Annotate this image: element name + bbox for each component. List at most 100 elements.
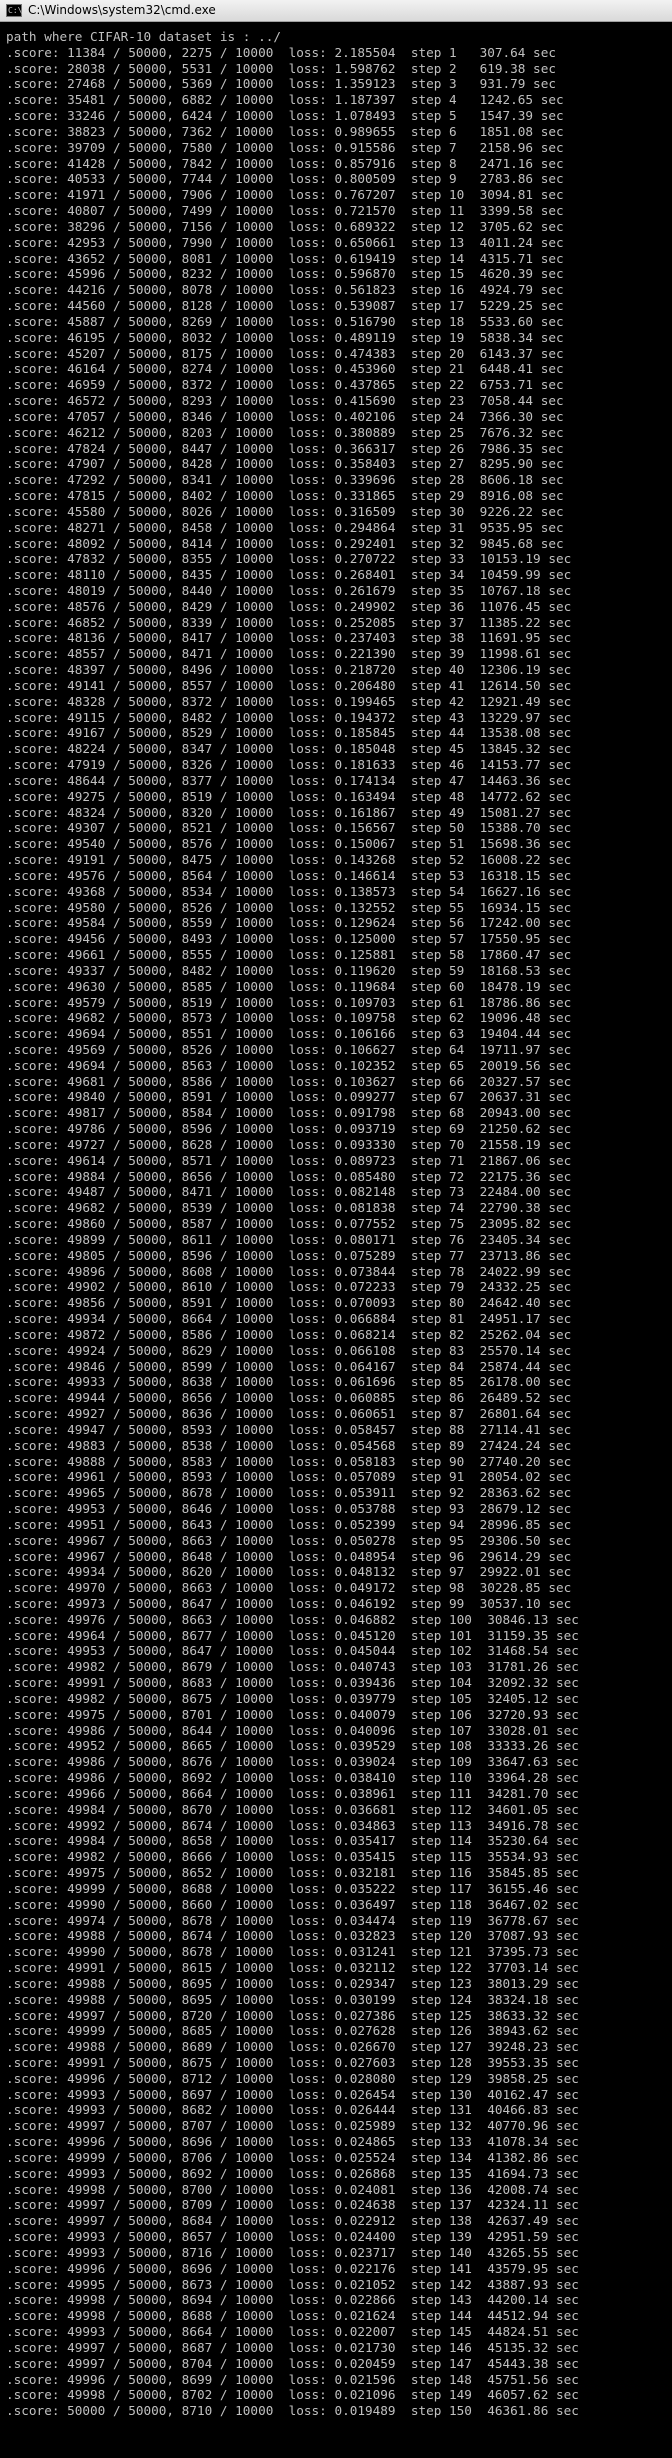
console-score-line: .score: 49694 / 50000, 8563 / 10000 loss…: [6, 1057, 572, 1073]
console-score-line: .score: 49927 / 50000, 8636 / 10000 loss…: [6, 1406, 572, 1422]
console-score-line: .score: 47919 / 50000, 8326 / 10000 loss…: [6, 757, 572, 773]
console-score-line: .score: 48271 / 50000, 8458 / 10000 loss…: [6, 519, 564, 535]
console-score-line: .score: 49884 / 50000, 8656 / 10000 loss…: [6, 1168, 572, 1184]
console-score-line: .score: 49944 / 50000, 8656 / 10000 loss…: [6, 1390, 572, 1406]
console-score-line: .score: 49993 / 50000, 8664 / 10000 loss…: [6, 2324, 579, 2340]
console-score-line: .score: 49984 / 50000, 8670 / 10000 loss…: [6, 1801, 579, 1817]
console-score-line: .score: 49997 / 50000, 8709 / 10000 loss…: [6, 2197, 579, 2213]
console-score-line: .score: 49966 / 50000, 8664 / 10000 loss…: [6, 1785, 579, 1801]
console-score-line: .score: 48644 / 50000, 8377 / 10000 loss…: [6, 772, 572, 788]
console-score-line: .score: 49991 / 50000, 8675 / 10000 loss…: [6, 2055, 579, 2070]
console-score-line: .score: 49982 / 50000, 8675 / 10000 loss…: [6, 1690, 579, 1706]
console-score-line: .score: 49995 / 50000, 8673 / 10000 loss…: [6, 2276, 579, 2292]
console-score-line: .score: 47815 / 50000, 8402 / 10000 loss…: [6, 488, 564, 504]
console-score-line: .score: 49991 / 50000, 8683 / 10000 loss…: [6, 1675, 579, 1691]
console-score-line: .score: 28038 / 50000, 5531 / 10000 loss…: [6, 60, 556, 76]
console-score-line: .score: 49990 / 50000, 8678 / 10000 loss…: [6, 1944, 579, 1960]
console-score-line: .score: 49456 / 50000, 8493 / 10000 loss…: [6, 931, 572, 947]
console-score-line: .score: 49997 / 50000, 8707 / 10000 loss…: [6, 2118, 579, 2134]
console-score-line: .score: 49952 / 50000, 8665 / 10000 loss…: [6, 1738, 579, 1754]
console-score-line: .score: 49368 / 50000, 8534 / 10000 loss…: [6, 883, 572, 899]
console-score-line: .score: 49975 / 50000, 8652 / 10000 loss…: [6, 1865, 579, 1881]
console-score-line: .score: 49967 / 50000, 8648 / 10000 loss…: [6, 1548, 572, 1564]
console-score-line: .score: 42953 / 50000, 7990 / 10000 loss…: [6, 234, 564, 250]
console-score-line: .score: 49115 / 50000, 8482 / 10000 loss…: [6, 709, 572, 725]
title-bar[interactable]: C:\ C:\Windows\system32\cmd.exe: [0, 0, 672, 22]
console-score-line: .score: 49961 / 50000, 8593 / 10000 loss…: [6, 1469, 572, 1485]
console-score-line: .score: 49996 / 50000, 8712 / 10000 loss…: [6, 2070, 579, 2086]
console-score-line: .score: 49856 / 50000, 8591 / 10000 loss…: [6, 1295, 572, 1311]
console-score-line: .score: 49997 / 50000, 8684 / 10000 loss…: [6, 2213, 579, 2229]
console-score-line: .score: 46164 / 50000, 8274 / 10000 loss…: [6, 361, 564, 377]
console-score-line: .score: 48110 / 50000, 8435 / 10000 loss…: [6, 567, 572, 583]
console-score-line: .score: 49872 / 50000, 8586 / 10000 loss…: [6, 1326, 572, 1342]
console-score-line: .score: 49141 / 50000, 8557 / 10000 loss…: [6, 677, 572, 693]
console-score-line: .score: 45996 / 50000, 8232 / 10000 loss…: [6, 266, 564, 282]
console-score-line: .score: 49975 / 50000, 8701 / 10000 loss…: [6, 1706, 579, 1722]
console-score-line: .score: 49307 / 50000, 8521 / 10000 loss…: [6, 820, 572, 836]
console-score-line: .score: 49337 / 50000, 8482 / 10000 loss…: [6, 962, 572, 978]
console-score-line: .score: 49986 / 50000, 8692 / 10000 loss…: [6, 1770, 579, 1786]
console-score-line: .score: 49974 / 50000, 8678 / 10000 loss…: [6, 1912, 579, 1928]
console-score-line: .score: 49993 / 50000, 8716 / 10000 loss…: [6, 2244, 579, 2260]
console-score-line: .score: 40533 / 50000, 7744 / 10000 loss…: [6, 171, 564, 187]
console-score-line: .score: 45580 / 50000, 8026 / 10000 loss…: [6, 503, 564, 519]
console-score-line: .score: 47057 / 50000, 8346 / 10000 loss…: [6, 408, 564, 424]
console-score-line: .score: 49970 / 50000, 8663 / 10000 loss…: [6, 1580, 572, 1596]
console-score-line: .score: 49988 / 50000, 8674 / 10000 loss…: [6, 1928, 579, 1944]
console-score-line: .score: 43652 / 50000, 8081 / 10000 loss…: [6, 250, 564, 266]
console-score-line: .score: 48136 / 50000, 8417 / 10000 loss…: [6, 630, 572, 646]
console-score-line: .score: 49846 / 50000, 8599 / 10000 loss…: [6, 1358, 572, 1374]
console-score-line: .score: 39709 / 50000, 7580 / 10000 loss…: [6, 139, 564, 155]
console-score-line: .score: 49899 / 50000, 8611 / 10000 loss…: [6, 1231, 572, 1247]
console-score-line: .score: 38823 / 50000, 7362 / 10000 loss…: [6, 123, 564, 139]
console-score-line: .score: 50000 / 50000, 8710 / 10000 loss…: [6, 2403, 579, 2419]
console-score-line: .score: 49998 / 50000, 8702 / 10000 loss…: [6, 2387, 579, 2403]
console-score-line: .score: 49191 / 50000, 8475 / 10000 loss…: [6, 852, 572, 868]
console-score-line: .score: 44560 / 50000, 8128 / 10000 loss…: [6, 298, 564, 314]
console-score-line: .score: 49993 / 50000, 8697 / 10000 loss…: [6, 2086, 579, 2102]
console-score-line: .score: 48328 / 50000, 8372 / 10000 loss…: [6, 693, 572, 709]
console-score-line: .score: 49965 / 50000, 8678 / 10000 loss…: [6, 1485, 572, 1501]
console-score-line: .score: 49991 / 50000, 8615 / 10000 loss…: [6, 1960, 579, 1976]
console-score-line: .score: 49990 / 50000, 8660 / 10000 loss…: [6, 1896, 579, 1912]
console-score-line: .score: 49579 / 50000, 8519 / 10000 loss…: [6, 994, 572, 1010]
console-score-line: .score: 46212 / 50000, 8203 / 10000 loss…: [6, 424, 564, 440]
console-score-line: .score: 49933 / 50000, 8638 / 10000 loss…: [6, 1374, 572, 1390]
console-score-line: .score: 49924 / 50000, 8629 / 10000 loss…: [6, 1342, 572, 1358]
console-score-line: .score: 49275 / 50000, 8519 / 10000 loss…: [6, 788, 572, 804]
console-score-line: .score: 49953 / 50000, 8646 / 10000 loss…: [6, 1501, 572, 1517]
console-score-line: .score: 49996 / 50000, 8696 / 10000 loss…: [6, 2134, 579, 2150]
console-score-line: .score: 49934 / 50000, 8620 / 10000 loss…: [6, 1564, 572, 1580]
console-score-line: .score: 49580 / 50000, 8526 / 10000 loss…: [6, 899, 572, 915]
console-score-line: .score: 48092 / 50000, 8414 / 10000 loss…: [6, 535, 564, 551]
console-score-line: .score: 49997 / 50000, 8704 / 10000 loss…: [6, 2355, 579, 2371]
console-score-line: .score: 45887 / 50000, 8269 / 10000 loss…: [6, 313, 564, 329]
console-score-line: .score: 49988 / 50000, 8695 / 10000 loss…: [6, 1991, 579, 2007]
console-score-line: .score: 49681 / 50000, 8586 / 10000 loss…: [6, 1073, 572, 1089]
console-score-line: .score: 49988 / 50000, 8689 / 10000 loss…: [6, 2039, 579, 2055]
console-score-line: .score: 47824 / 50000, 8447 / 10000 loss…: [6, 440, 564, 456]
console-score-line: .score: 41428 / 50000, 7842 / 10000 loss…: [6, 155, 564, 171]
console-output[interactable]: path where CIFAR-10 dataset is : ../.sco…: [6, 29, 606, 2419]
console-score-line: .score: 46195 / 50000, 8032 / 10000 loss…: [6, 329, 564, 345]
console-score-line: .score: 46959 / 50000, 8372 / 10000 loss…: [6, 377, 564, 393]
console-score-line: .score: 49999 / 50000, 8688 / 10000 loss…: [6, 1880, 579, 1896]
console-score-line: .score: 49682 / 50000, 8539 / 10000 loss…: [6, 1200, 572, 1216]
console-score-line: .score: 49805 / 50000, 8596 / 10000 loss…: [6, 1247, 572, 1263]
console-score-line: .score: 49992 / 50000, 8674 / 10000 loss…: [6, 1817, 579, 1833]
console-score-line: .score: 48224 / 50000, 8347 / 10000 loss…: [6, 741, 572, 757]
console-score-line: .score: 49986 / 50000, 8644 / 10000 loss…: [6, 1722, 579, 1738]
console-score-line: .score: 49996 / 50000, 8696 / 10000 loss…: [6, 2260, 579, 2276]
console-score-line: .score: 49993 / 50000, 8692 / 10000 loss…: [6, 2165, 579, 2181]
cmd-icon: C:\: [6, 4, 23, 17]
console-score-line: .score: 49999 / 50000, 8706 / 10000 loss…: [6, 2149, 579, 2165]
console-score-line: .score: 49993 / 50000, 8682 / 10000 loss…: [6, 2102, 579, 2118]
console-score-line: .score: 49951 / 50000, 8643 / 10000 loss…: [6, 1516, 572, 1532]
console-score-line: .score: 49883 / 50000, 8538 / 10000 loss…: [6, 1437, 572, 1453]
console-score-line: .score: 49487 / 50000, 8471 / 10000 loss…: [6, 1184, 572, 1200]
console-score-line: .score: 46852 / 50000, 8339 / 10000 loss…: [6, 614, 572, 630]
console-score-line: .score: 49167 / 50000, 8529 / 10000 loss…: [6, 725, 572, 741]
console-score-line: .score: 49569 / 50000, 8526 / 10000 loss…: [6, 1042, 572, 1057]
console-score-line: .score: 49694 / 50000, 8551 / 10000 loss…: [6, 1026, 572, 1042]
